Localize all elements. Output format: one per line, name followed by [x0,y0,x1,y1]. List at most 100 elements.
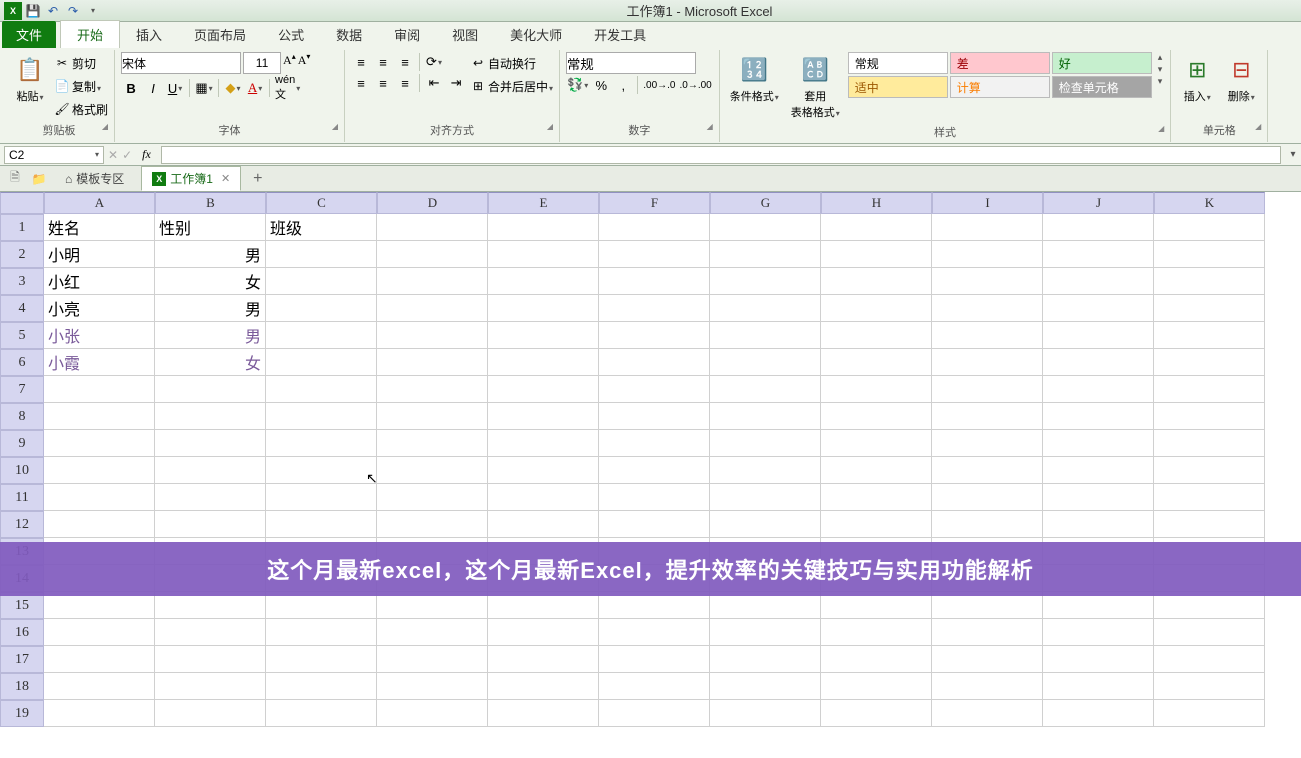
cell[interactable] [488,322,599,349]
cell[interactable] [1154,322,1265,349]
cell[interactable] [44,619,155,646]
cell[interactable] [599,322,710,349]
cell[interactable] [377,295,488,322]
cell[interactable] [1043,700,1154,727]
style-check[interactable]: 检查单元格 [1052,76,1152,98]
cell[interactable] [932,349,1043,376]
cell[interactable] [488,349,599,376]
fill-color-button[interactable]: ◆ [223,78,243,98]
cell[interactable] [44,700,155,727]
cell[interactable] [599,214,710,241]
cell[interactable] [488,268,599,295]
row-header[interactable]: 1 [0,214,44,241]
cell[interactable] [710,646,821,673]
qat-dropdown-icon[interactable]: ▾ [84,2,102,20]
cell[interactable] [821,295,932,322]
cell[interactable] [155,403,266,430]
cell[interactable] [44,592,155,619]
cell[interactable] [266,322,377,349]
cell[interactable] [1043,646,1154,673]
cell[interactable] [710,619,821,646]
cell[interactable] [932,214,1043,241]
table-format-button[interactable]: 🔠 套用 表格格式 [787,52,844,122]
cell[interactable] [932,322,1043,349]
cell[interactable] [1154,673,1265,700]
cell[interactable] [1154,376,1265,403]
style-normal[interactable]: 常规 [848,52,948,74]
cell[interactable] [44,430,155,457]
cell[interactable] [932,700,1043,727]
cell[interactable] [155,592,266,619]
cell[interactable] [377,241,488,268]
cell[interactable] [710,376,821,403]
cell[interactable] [821,484,932,511]
cell[interactable] [1043,214,1154,241]
increase-indent-icon[interactable]: ⇥ [446,73,466,93]
cell[interactable] [1154,700,1265,727]
cell[interactable] [488,700,599,727]
cell[interactable] [155,484,266,511]
cell[interactable] [599,457,710,484]
cell[interactable] [266,511,377,538]
file-tab[interactable]: 文件 [2,21,56,48]
align-left-icon[interactable]: ≡ [351,73,371,93]
row-header[interactable]: 8 [0,403,44,430]
cell[interactable] [710,592,821,619]
cell[interactable] [377,430,488,457]
gallery-more-icon[interactable]: ▾ [1158,76,1163,87]
select-all-corner[interactable] [0,192,44,214]
cell[interactable] [488,511,599,538]
underline-button[interactable]: U [165,78,185,98]
bold-button[interactable]: B [121,78,141,98]
cell[interactable] [599,430,710,457]
cell[interactable] [599,241,710,268]
row-header[interactable]: 16 [0,619,44,646]
name-box[interactable]: C2 [4,146,104,164]
cell[interactable] [821,349,932,376]
cell[interactable] [710,322,821,349]
cell[interactable] [932,268,1043,295]
cell[interactable] [932,484,1043,511]
row-header[interactable]: 10 [0,457,44,484]
cell[interactable] [488,295,599,322]
delete-cells-button[interactable]: ⊟ 删除 [1221,52,1261,106]
cell[interactable] [377,646,488,673]
open-folder-icon[interactable]: 📁 [30,170,48,188]
cell[interactable]: 小霞 [44,349,155,376]
decrease-font-icon[interactable]: A▾ [298,52,311,74]
cell[interactable] [377,673,488,700]
cell[interactable] [377,457,488,484]
cell[interactable] [488,484,599,511]
cell[interactable] [488,403,599,430]
cell[interactable] [710,484,821,511]
wrap-text-button[interactable]: ↩自动换行 [470,52,553,74]
conditional-format-button[interactable]: 🔢 条件格式 [726,52,783,106]
cell[interactable] [1043,241,1154,268]
cell[interactable] [599,592,710,619]
tab-workbook1[interactable]: X工作簿1✕ [141,166,241,191]
format-painter-button[interactable]: 🖌格式刷 [54,98,108,120]
cell[interactable] [599,349,710,376]
cell[interactable] [1043,322,1154,349]
style-good[interactable]: 好 [1052,52,1152,74]
cell[interactable] [44,403,155,430]
cell[interactable] [266,268,377,295]
tab-view[interactable]: 视图 [436,21,494,48]
cell[interactable] [155,511,266,538]
cell[interactable] [710,457,821,484]
cell[interactable] [821,430,932,457]
copy-button[interactable]: 📄复制 [54,75,108,97]
cell[interactable] [155,376,266,403]
cell[interactable] [44,511,155,538]
italic-button[interactable]: I [143,78,163,98]
tab-data[interactable]: 数据 [320,21,378,48]
align-middle-icon[interactable]: ≡ [373,52,393,72]
cell[interactable] [599,700,710,727]
cell[interactable] [1154,214,1265,241]
cell[interactable] [599,619,710,646]
comma-icon[interactable]: , [613,75,633,95]
cell[interactable] [44,457,155,484]
cell[interactable] [710,349,821,376]
row-header[interactable]: 6 [0,349,44,376]
cell[interactable]: 小张 [44,322,155,349]
